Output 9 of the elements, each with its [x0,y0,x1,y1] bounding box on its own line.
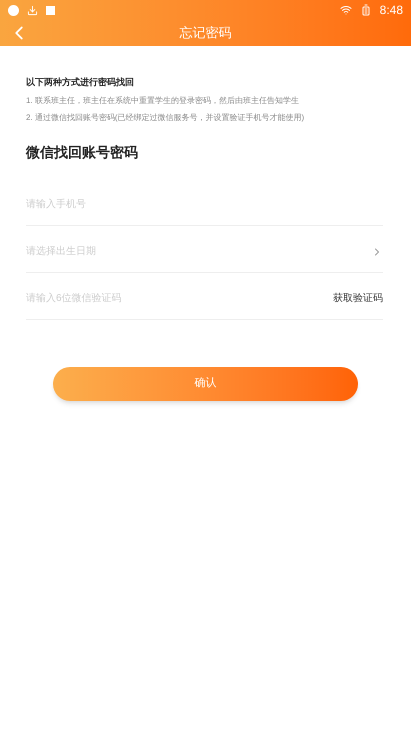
download-icon [27,4,38,16]
status-time: 8:48 [380,2,403,19]
get-code-button[interactable]: 获取验证码 [333,291,383,306]
battery-icon [360,4,372,16]
section-title: 微信找回账号密码 [26,142,139,162]
page-title: 忘记密码 [180,24,232,42]
intro-text: 2. 通过微信找回账号密码(已经绑定过微信服务号，并设置验证手机号才能使用) [26,112,306,124]
intro-title: 以下两种方式进行密码找回 [26,76,135,89]
intro-text: 1. 联系班主任，班主任在系统中重置学生的登录密码，然后由班主任告知学生 [26,94,300,106]
